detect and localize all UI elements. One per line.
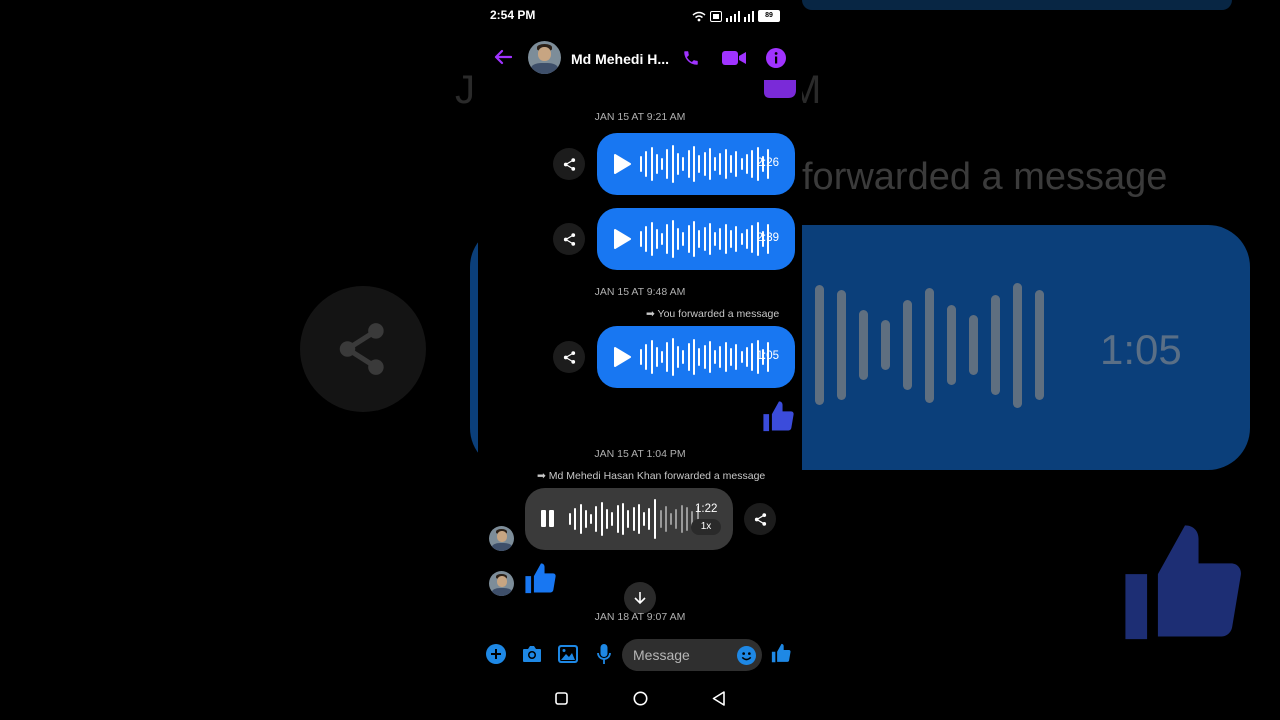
home-button[interactable] [631, 689, 649, 707]
share-button[interactable] [553, 148, 585, 180]
scroll-to-bottom-button[interactable] [624, 582, 656, 614]
signal-icon [726, 10, 740, 22]
partial-thumbs-up-icon [764, 80, 796, 98]
date-separator: JAN 15 AT 1:04 PM [594, 448, 686, 460]
image-icon [558, 645, 578, 663]
volte-icon [710, 10, 722, 22]
status-time: 2:54 PM [490, 8, 536, 22]
date-separator: JAN 18 AT 9:07 AM [594, 611, 686, 623]
phone-screen: 2:54 PM 89 Md Mehedi H... JAN 15 AT 9:21… [478, 0, 802, 720]
back-button[interactable] [492, 46, 514, 68]
circle-icon [633, 691, 647, 705]
play-icon[interactable] [613, 154, 631, 174]
wifi-icon [692, 11, 706, 21]
info-icon [766, 48, 786, 68]
triangle-back-icon [712, 690, 725, 706]
audio-waveform [569, 499, 699, 539]
background-forward-text: forwarded a message [802, 156, 1168, 198]
forward-arrow-icon: ➡ [646, 308, 655, 320]
plus-circle-icon [486, 644, 506, 664]
background-waveform [815, 280, 1044, 410]
info-button[interactable] [765, 47, 787, 69]
date-separator: JAN 15 AT 9:21 AM [594, 111, 686, 123]
share-button[interactable] [553, 341, 585, 373]
back-nav-button[interactable] [710, 689, 726, 707]
video-camera-icon [722, 51, 746, 65]
sender-avatar[interactable] [489, 571, 514, 596]
forwarded-note: ➡ Md Mehedi Hasan Khan forwarded a messa… [537, 470, 765, 482]
voice-message-bubble[interactable]: 2:39 [597, 208, 795, 270]
voice-duration: 1:22 [695, 503, 718, 515]
date-separator: JAN 15 AT 9:48 AM [594, 286, 686, 298]
background-share-icon [300, 286, 426, 412]
video-call-button[interactable] [721, 47, 747, 69]
forwarded-note-text: You forwarded a message [657, 308, 780, 320]
forwarded-note: ➡ You forwarded a message [646, 308, 779, 320]
smiley-icon [736, 645, 756, 665]
share-icon [754, 512, 766, 526]
voice-duration: 2:39 [756, 232, 779, 244]
share-button[interactable] [744, 503, 776, 535]
battery-level: 89 [765, 12, 773, 19]
voice-message-bubble[interactable]: 1:05 [597, 326, 795, 388]
background-date-fragment: J [455, 68, 477, 112]
thumbs-up-icon [771, 643, 791, 662]
phone-icon [684, 51, 698, 65]
share-button[interactable] [553, 223, 585, 255]
contact-name[interactable]: Md Mehedi H... [571, 51, 669, 67]
audio-waveform [640, 144, 770, 184]
background-voice-duration: 1:05 [1100, 326, 1182, 373]
share-icon [563, 232, 575, 246]
audio-waveform [640, 337, 770, 377]
camera-icon [523, 646, 541, 662]
audio-waveform [640, 219, 770, 259]
system-navigation-bar [478, 684, 802, 714]
recent-apps-button[interactable] [553, 690, 569, 706]
share-icon [563, 350, 575, 364]
microphone-icon [597, 644, 611, 664]
thumbs-up-icon [525, 563, 556, 594]
add-button[interactable] [485, 643, 507, 665]
background-top-bubble [802, 0, 1232, 10]
voice-message-bubble[interactable]: 1:22 1x [525, 488, 733, 550]
forward-arrow-icon: ➡ [537, 470, 546, 482]
status-icons: 89 [692, 10, 780, 22]
contact-avatar[interactable] [528, 41, 561, 74]
message-composer [478, 636, 802, 676]
voice-call-button[interactable] [680, 47, 702, 69]
play-icon[interactable] [613, 347, 631, 367]
thumbs-up-icon [763, 401, 794, 432]
back-arrow-icon [494, 49, 512, 65]
emoji-button[interactable] [735, 644, 757, 666]
camera-button[interactable] [521, 643, 543, 665]
like-button[interactable] [769, 641, 793, 665]
square-icon [554, 691, 568, 705]
arrow-down-icon [634, 592, 646, 605]
playback-speed-button[interactable]: 1x [691, 519, 721, 535]
chat-header: Md Mehedi H... [478, 38, 802, 78]
status-bar: 2:54 PM 89 [490, 8, 780, 26]
gallery-button[interactable] [557, 643, 579, 665]
voice-duration: 2:26 [756, 157, 779, 169]
forwarded-note-text: Md Mehedi Hasan Khan forwarded a message [548, 470, 766, 482]
battery-icon: 89 [758, 10, 780, 22]
play-icon[interactable] [613, 229, 631, 249]
signal-icon [744, 10, 754, 22]
sender-avatar[interactable] [489, 526, 514, 551]
pause-icon[interactable] [541, 510, 554, 527]
voice-message-bubble[interactable]: 2:26 [597, 133, 795, 195]
share-icon [563, 157, 575, 171]
voice-record-button[interactable] [593, 643, 615, 665]
background-thumbs-up-icon [1120, 520, 1250, 655]
voice-duration: 1:05 [756, 350, 779, 362]
